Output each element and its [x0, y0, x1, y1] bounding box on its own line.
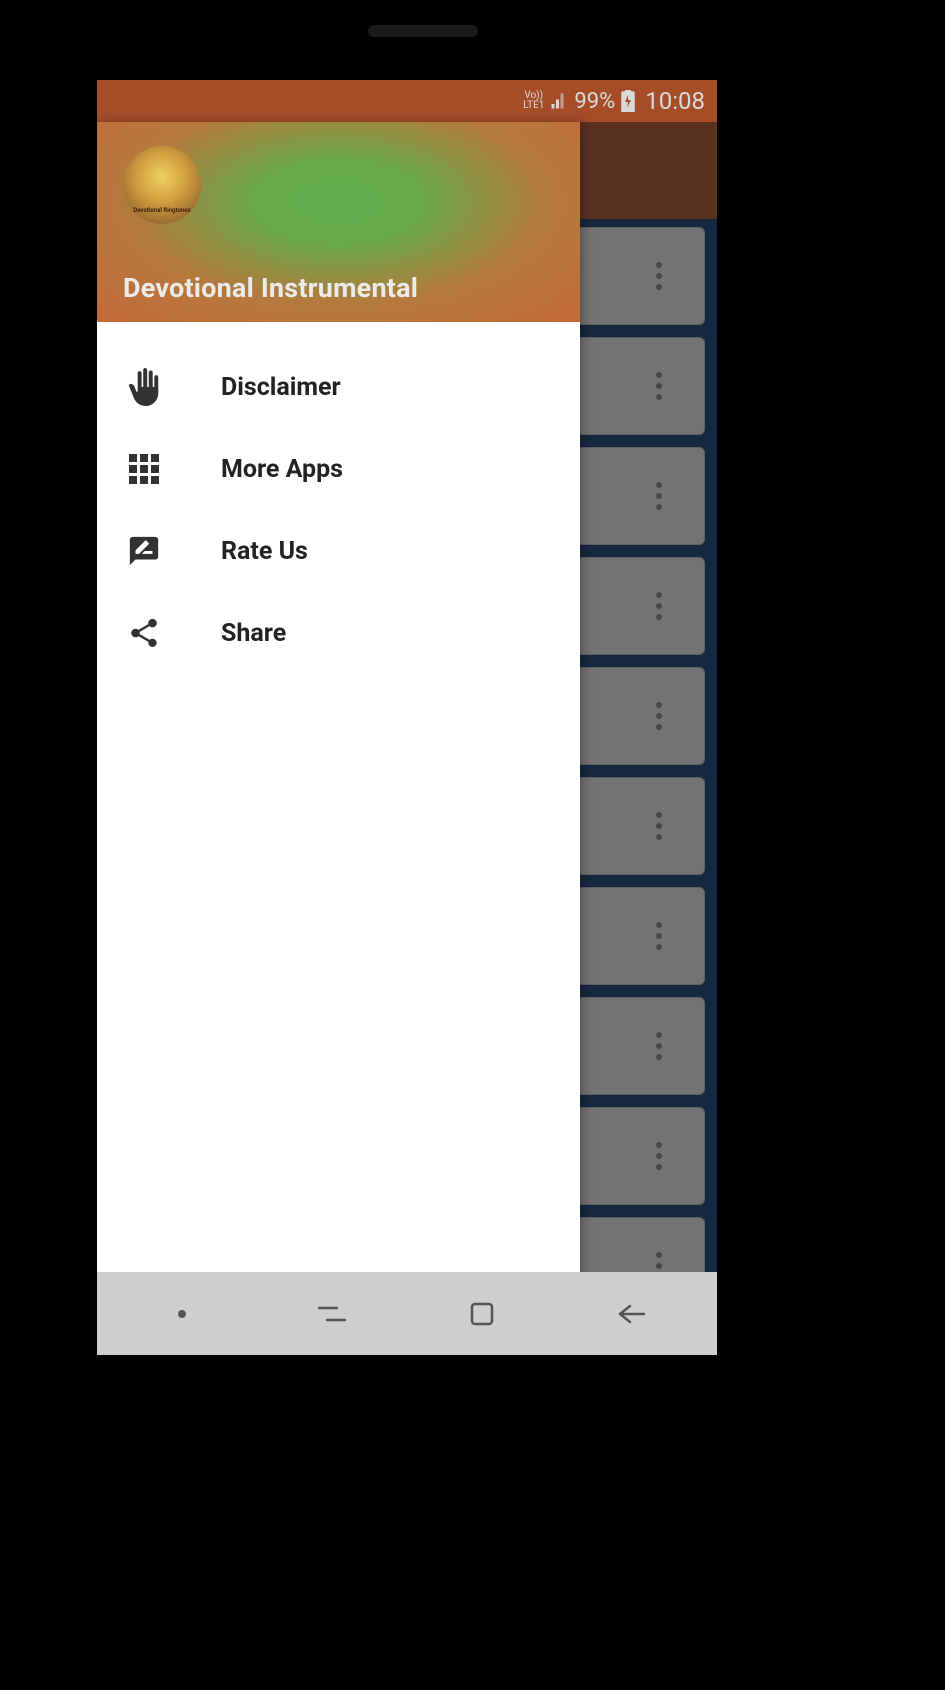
- nav-back-button[interactable]: [602, 1284, 662, 1344]
- battery-charging-icon: [621, 90, 635, 112]
- drawer-menu: Disclaimer More Apps Rate Us: [97, 322, 580, 1355]
- battery-percent: 99%: [574, 89, 615, 114]
- drawer-header: Devotional Ringtones Devotional Instrume…: [97, 122, 580, 322]
- phone-screen: Vo)) LTE1 99% 10:08 Devotional Ringtones…: [97, 80, 717, 1355]
- more-vert-icon[interactable]: [656, 1142, 662, 1170]
- rate-review-icon: [123, 530, 165, 572]
- drawer-item-share[interactable]: Share: [97, 592, 580, 674]
- volte-indicator: Vo)) LTE1: [523, 91, 544, 111]
- hand-icon: [123, 366, 165, 408]
- more-vert-icon[interactable]: [656, 372, 662, 400]
- drawer-item-label: Disclaimer: [221, 373, 341, 402]
- avatar-label: Devotional Ringtones: [133, 207, 190, 224]
- drawer-item-disclaimer[interactable]: Disclaimer: [97, 346, 580, 428]
- more-vert-icon[interactable]: [656, 262, 662, 290]
- drawer-item-more-apps[interactable]: More Apps: [97, 428, 580, 510]
- more-vert-icon[interactable]: [656, 592, 662, 620]
- drawer-item-rate-us[interactable]: Rate Us: [97, 510, 580, 592]
- more-vert-icon[interactable]: [656, 702, 662, 730]
- more-vert-icon[interactable]: [656, 922, 662, 950]
- nav-indicator: [152, 1284, 212, 1344]
- drawer-item-label: Share: [221, 619, 286, 648]
- status-bar: Vo)) LTE1 99% 10:08: [97, 80, 717, 122]
- nav-home-button[interactable]: [452, 1284, 512, 1344]
- share-icon: [123, 612, 165, 654]
- signal-icon: [550, 92, 568, 110]
- drawer-item-label: Rate Us: [221, 537, 308, 566]
- phone-speaker: [368, 25, 478, 37]
- more-vert-icon[interactable]: [656, 1032, 662, 1060]
- system-nav-bar: [97, 1272, 717, 1355]
- apps-grid-icon: [123, 448, 165, 490]
- drawer-item-label: More Apps: [221, 455, 343, 484]
- clock: 10:08: [645, 87, 705, 115]
- app-avatar: Devotional Ringtones: [123, 146, 201, 224]
- more-vert-icon[interactable]: [656, 812, 662, 840]
- drawer-title: Devotional Instrumental: [123, 272, 554, 304]
- status-icons: Vo)) LTE1 99% 10:08: [523, 87, 705, 115]
- nav-recents-button[interactable]: [302, 1284, 362, 1344]
- navigation-drawer: Devotional Ringtones Devotional Instrume…: [97, 122, 580, 1355]
- more-vert-icon[interactable]: [656, 482, 662, 510]
